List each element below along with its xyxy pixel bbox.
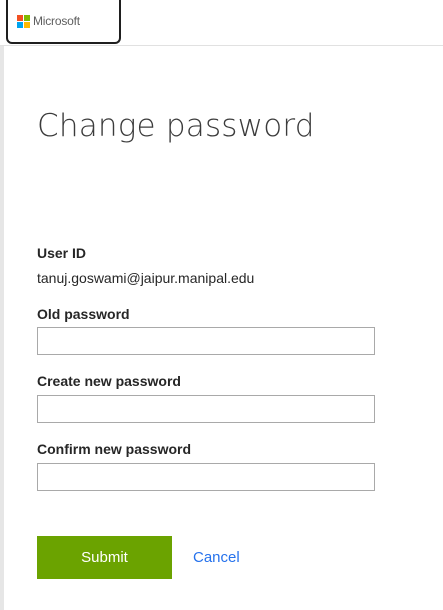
left-edge-divider [0, 46, 4, 610]
confirm-password-field[interactable] [37, 463, 375, 491]
confirm-password-label: Confirm new password [37, 441, 192, 457]
user-id-label: User ID [37, 245, 87, 261]
microsoft-logo-icon [17, 15, 30, 28]
old-password-label: Old password [37, 306, 130, 322]
cancel-link[interactable]: Cancel [193, 549, 240, 566]
logo-text: Microsoft [33, 14, 80, 28]
old-password-field[interactable] [37, 327, 375, 355]
user-id-value: tanuj.goswami@jaipur.manipal.edu [37, 270, 255, 286]
new-password-label: Create new password [37, 373, 181, 389]
header: Microsoft [0, 0, 443, 46]
microsoft-logo[interactable]: Microsoft [6, 0, 121, 44]
submit-button[interactable]: Submit [37, 536, 172, 579]
change-password-page: Microsoft Change password User ID tanuj.… [0, 0, 443, 610]
new-password-field[interactable] [37, 395, 375, 423]
page-title: Change password [37, 108, 315, 144]
